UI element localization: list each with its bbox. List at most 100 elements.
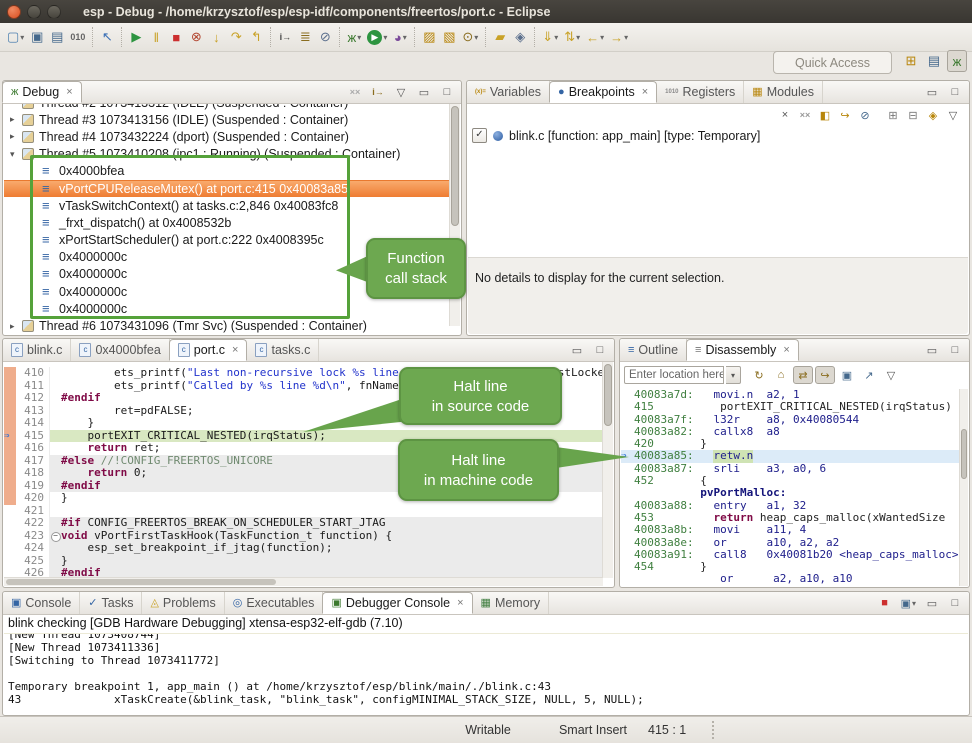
debug-frame-row[interactable]: ≡0x4000000c bbox=[4, 300, 450, 317]
maximize-button[interactable]: □ bbox=[945, 83, 965, 101]
sync-selection-button[interactable]: ⇄ bbox=[793, 366, 813, 384]
search-button[interactable]: ⊙▾ bbox=[459, 26, 481, 48]
open-resource-button[interactable]: ▧ bbox=[439, 26, 459, 48]
expand-all-button[interactable]: ⊞ bbox=[883, 106, 903, 124]
open-perspective-button[interactable]: ⊞ bbox=[901, 50, 921, 72]
skip-breakpoints-button[interactable]: ⊘ bbox=[315, 26, 335, 48]
next-annotation-button-dropdown[interactable]: ▾ bbox=[576, 33, 580, 42]
location-dropdown-icon[interactable]: ▾ bbox=[726, 366, 741, 384]
suspend-button[interactable]: ‖ bbox=[146, 26, 166, 48]
console-output[interactable]: [New Thread 1073408744][New Thread 10734… bbox=[4, 633, 968, 714]
mark-occurrences-button[interactable]: ▰ bbox=[490, 26, 510, 48]
breakpoint-checkbox[interactable]: ✓ bbox=[472, 128, 487, 143]
instruction-stepping-mode-button[interactable]: i→ bbox=[368, 83, 388, 101]
tab-disassembly[interactable]: ≡Disassembly× bbox=[686, 339, 799, 361]
disassembly-line[interactable]: or a2, a10, a10 bbox=[621, 573, 960, 585]
debug-button-dropdown[interactable]: ▾ bbox=[357, 33, 361, 42]
profile-button-dropdown[interactable]: ▾ bbox=[403, 33, 407, 42]
new-wizard-button-dropdown[interactable]: ▾ bbox=[20, 33, 24, 42]
expand-arrow-icon[interactable]: ▸ bbox=[10, 321, 22, 332]
select-pointer-button[interactable]: ↖ bbox=[97, 26, 117, 48]
location-input[interactable]: Enter location here bbox=[624, 366, 724, 384]
window-close-button[interactable] bbox=[7, 5, 21, 19]
tab-executables[interactable]: ◎Executables bbox=[225, 592, 324, 614]
save-button[interactable]: ▣ bbox=[27, 26, 47, 48]
debug-frame-row[interactable]: ≡vTaskSwitchContext() at tasks.c:2,846 0… bbox=[4, 197, 450, 214]
tab-debug[interactable]: ж Debug × bbox=[2, 81, 82, 103]
run-button-dropdown[interactable]: ▾ bbox=[383, 33, 387, 42]
maximize-button[interactable]: □ bbox=[437, 83, 457, 101]
step-filters-button[interactable]: ≣ bbox=[295, 26, 315, 48]
cpp-perspective-button[interactable]: ▤ bbox=[924, 50, 944, 72]
tab-tasks[interactable]: ✓Tasks bbox=[80, 592, 142, 614]
goto-breakpoint-file-button[interactable]: ↪ bbox=[835, 106, 855, 124]
tab-outline[interactable]: ≡Outline bbox=[620, 339, 687, 361]
tab-port-c[interactable]: cport.c× bbox=[169, 339, 248, 361]
forward-button-dropdown[interactable]: ▾ bbox=[624, 33, 628, 42]
disconnect-button[interactable]: ⊗ bbox=[186, 26, 206, 48]
back-button-dropdown[interactable]: ▾ bbox=[600, 33, 604, 42]
disassembly-listing[interactable]: 40083a7d: movi.n a2, 1415 portEXIT_CRITI… bbox=[621, 389, 960, 586]
editor-vertical-scrollbar[interactable] bbox=[602, 362, 613, 578]
step-into-button[interactable]: ↓ bbox=[206, 26, 226, 48]
tab-0x4000bfea[interactable]: c0x4000bfea bbox=[71, 339, 169, 361]
display-console-button-dropdown[interactable]: ▾ bbox=[912, 599, 916, 608]
copy-button[interactable]: ▣ bbox=[837, 366, 857, 384]
filter-breakpoints-button[interactable]: ◧ bbox=[815, 106, 835, 124]
debug-frame-row[interactable]: ≡vPortCPUReleaseMutex() at port.c:415 0x… bbox=[4, 180, 450, 197]
minimize-button[interactable]: ▭ bbox=[567, 341, 587, 359]
build-button[interactable]: ▨ bbox=[419, 26, 439, 48]
tab-problems[interactable]: ◬Problems bbox=[142, 592, 224, 614]
tab-tasks-c[interactable]: ctasks.c bbox=[247, 339, 319, 361]
back-button[interactable]: ←▾ bbox=[583, 26, 607, 48]
editor-horizontal-scrollbar[interactable] bbox=[4, 577, 603, 586]
last-edit-location-button[interactable]: ⇓▾ bbox=[539, 26, 561, 48]
breakpoint-row[interactable]: ✓ blink.c [function: app_main] [type: Te… bbox=[472, 128, 760, 143]
remove-all-terminated-button[interactable]: ×× bbox=[345, 83, 365, 101]
close-tab-icon[interactable]: × bbox=[66, 86, 72, 98]
tab-blink-c[interactable]: cblink.c bbox=[3, 339, 71, 361]
tab-breakpoints[interactable]: ●Breakpoints× bbox=[549, 81, 657, 103]
tab-console[interactable]: ▣Console bbox=[3, 592, 80, 614]
quick-access-input[interactable]: Quick Access bbox=[773, 51, 892, 74]
terminate-button[interactable]: ■ bbox=[166, 26, 186, 48]
refresh-button[interactable]: ↻ bbox=[749, 366, 769, 384]
view-menu-button[interactable]: ▽ bbox=[391, 83, 411, 101]
minimize-button[interactable]: ▭ bbox=[414, 83, 434, 101]
window-minimize-button[interactable] bbox=[27, 5, 41, 19]
last-edit-location-button-dropdown[interactable]: ▾ bbox=[554, 33, 558, 42]
expand-arrow-icon[interactable]: ▸ bbox=[10, 131, 22, 142]
instruction-stepping-button[interactable]: i→ bbox=[275, 26, 295, 48]
debug-button[interactable]: ж▾ bbox=[344, 26, 364, 48]
debug-thread-row[interactable]: ▸Thread #6 1073431096 (Tmr Svc) (Suspend… bbox=[4, 317, 450, 334]
new-wizard-button[interactable]: ▢▾ bbox=[4, 26, 27, 48]
editor-line[interactable]: 422#if CONFIG_FREERTOS_BREAK_ON_SCHEDULE… bbox=[4, 517, 603, 530]
tab-registers[interactable]: 1010Registers bbox=[657, 81, 744, 103]
debug-thread-row[interactable]: ▾Thread #5 1073410208 (ipc1 : Running) (… bbox=[4, 146, 450, 163]
disassembly-line[interactable]: pvPortMalloc: bbox=[621, 487, 960, 499]
home-button[interactable]: ⌂ bbox=[771, 366, 791, 384]
maximize-button[interactable]: □ bbox=[945, 341, 965, 359]
disassembly-scrollbar[interactable] bbox=[959, 389, 968, 586]
close-tab-icon[interactable]: × bbox=[232, 344, 238, 356]
tab-memory[interactable]: ▦Memory bbox=[473, 592, 550, 614]
disassembly-line[interactable]: 415 portEXIT_CRITICAL_NESTED(irqStatus) bbox=[621, 401, 960, 413]
skip-all-breakpoints-button[interactable]: ⊘ bbox=[855, 106, 875, 124]
maximize-button[interactable]: □ bbox=[945, 594, 965, 612]
debug-thread-row[interactable]: ▸Thread #3 1073413156 (IDLE) (Suspended … bbox=[4, 111, 450, 128]
minimize-button[interactable]: ▭ bbox=[922, 341, 942, 359]
tab-modules[interactable]: ▦Modules bbox=[744, 81, 823, 103]
view-menu-button[interactable]: ▽ bbox=[881, 366, 901, 384]
debug-thread-row[interactable]: ▸Thread #4 1073432224 (dport) (Suspended… bbox=[4, 128, 450, 145]
maximize-button[interactable]: □ bbox=[590, 341, 610, 359]
forward-button[interactable]: →▾ bbox=[607, 26, 631, 48]
debug-thread-row[interactable]: Thread #2 1073413312 (IDLE) (Suspended :… bbox=[4, 104, 450, 111]
expand-arrow-icon[interactable]: ▸ bbox=[10, 114, 22, 125]
close-tab-icon[interactable]: × bbox=[642, 86, 648, 98]
step-over-button[interactable]: ↷ bbox=[226, 26, 246, 48]
save-all-button[interactable]: ▤ bbox=[47, 26, 67, 48]
remove-breakpoint-button[interactable]: × bbox=[775, 106, 795, 124]
terminate-console-button[interactable]: ■ bbox=[875, 594, 895, 612]
export-button[interactable]: ↗ bbox=[859, 366, 879, 384]
display-console-button[interactable]: ▣▾ bbox=[898, 594, 919, 612]
